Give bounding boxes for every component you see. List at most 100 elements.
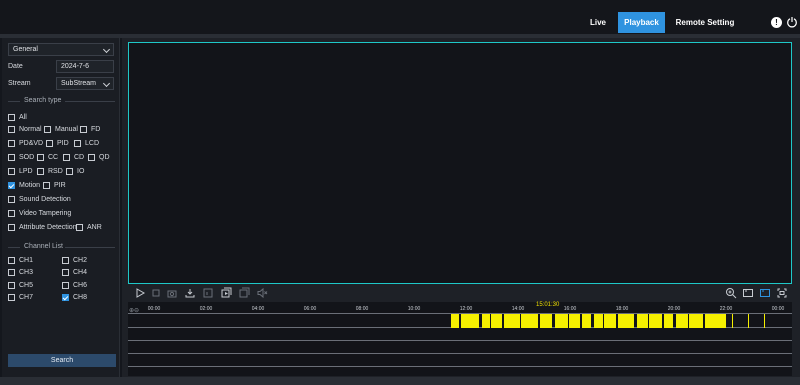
recording-segment — [451, 314, 479, 328]
checkbox-pid[interactable]: PID — [46, 140, 69, 147]
checkbox-box[interactable] — [43, 182, 50, 189]
hour-label: 00:00 — [771, 306, 785, 312]
checkbox-box[interactable] — [44, 126, 51, 133]
tab-playback[interactable]: Playback — [618, 12, 665, 33]
checkbox-box[interactable] — [8, 114, 15, 121]
timeline-track[interactable] — [128, 340, 792, 341]
checkbox-qd[interactable]: QD — [88, 154, 110, 161]
checkbox-cd[interactable]: CD — [63, 154, 84, 161]
checkbox-video-tampering[interactable]: Video Tampering — [8, 210, 71, 217]
mute-icon[interactable] — [256, 287, 268, 299]
checkbox-sod[interactable]: SOD — [8, 154, 34, 161]
checkbox-manual[interactable]: Manual — [44, 126, 78, 133]
checkbox-label: FD — [91, 126, 101, 133]
checkbox-box[interactable] — [8, 126, 15, 133]
checkbox-box[interactable] — [8, 154, 15, 161]
snapshot-icon[interactable] — [166, 287, 178, 299]
checkbox-all[interactable]: All — [8, 114, 27, 121]
mode-select[interactable]: General — [8, 43, 114, 56]
clip-icon[interactable] — [202, 287, 214, 299]
channel-ch4[interactable]: CH4 — [62, 269, 87, 276]
timeline-track[interactable] — [128, 353, 792, 354]
checkbox-box[interactable] — [8, 182, 15, 189]
date-field[interactable]: 2024-7-6 — [56, 60, 114, 73]
checkbox-box[interactable] — [74, 140, 81, 147]
aspect-ratio-icon[interactable] — [742, 287, 754, 299]
checkbox-pdvd[interactable]: PD&VD — [8, 140, 43, 147]
power-icon[interactable] — [786, 16, 798, 28]
checkbox-box[interactable] — [62, 257, 69, 264]
recording-gap — [459, 314, 461, 328]
channel-ch1[interactable]: CH1 — [8, 257, 33, 264]
checkbox-label: CC — [48, 154, 59, 161]
checkbox-box[interactable] — [8, 196, 15, 203]
checkbox-box[interactable] — [8, 269, 15, 276]
channel-ch7[interactable]: CH7 — [8, 294, 33, 301]
stop-icon[interactable] — [150, 287, 162, 299]
timeline-track[interactable] — [128, 366, 792, 367]
checkbox-motion[interactable]: Motion — [8, 182, 40, 189]
checkbox-box[interactable] — [8, 224, 15, 231]
download-icon[interactable] — [184, 287, 196, 299]
checkbox-anr[interactable]: ANR — [76, 224, 102, 231]
channel-ch3[interactable]: CH3 — [8, 269, 33, 276]
checkbox-box[interactable] — [8, 140, 15, 147]
checkbox-box[interactable] — [8, 168, 15, 175]
fit-screen-icon[interactable] — [759, 287, 771, 299]
checkbox-box[interactable] — [76, 224, 83, 231]
multi-play-icon[interactable] — [220, 287, 232, 299]
channel-ch6[interactable]: CH6 — [62, 282, 87, 289]
checkbox-box[interactable] — [8, 210, 15, 217]
recording-bars — [128, 314, 792, 328]
checkbox-box[interactable] — [62, 269, 69, 276]
checkbox-box[interactable] — [62, 294, 69, 301]
checkbox-box[interactable] — [66, 168, 73, 175]
channel-label: CH1 — [19, 257, 34, 264]
video-viewport[interactable] — [128, 42, 792, 284]
checkbox-normal[interactable]: Normal — [8, 126, 42, 133]
channel-label: CH4 — [73, 269, 88, 276]
checkbox-label: Sound Detection — [19, 196, 71, 203]
channel-ch8[interactable]: CH8 — [62, 294, 87, 301]
checkbox-lpd[interactable]: LPD — [8, 168, 33, 175]
channel-label: CH2 — [73, 257, 88, 264]
sync-play-icon[interactable] — [238, 287, 250, 299]
checkbox-io[interactable]: IO — [66, 168, 84, 175]
checkbox-cc[interactable]: CC — [37, 154, 58, 161]
checkbox-label: RSD — [48, 168, 63, 175]
stream-select[interactable]: SubStream — [56, 77, 114, 90]
checkbox-lcd[interactable]: LCD — [74, 140, 99, 147]
info-icon[interactable]: ! — [771, 17, 782, 28]
hour-label: 16:00 — [563, 306, 577, 312]
checkbox-box[interactable] — [80, 126, 87, 133]
checkbox-box[interactable] — [46, 140, 53, 147]
playback-timeline[interactable]: 15:01:30 ⊕⊖ 00:00 02:00 04:00 06:00 08:0… — [128, 302, 792, 376]
checkbox-box[interactable] — [63, 154, 70, 161]
channel-label: CH5 — [19, 282, 34, 289]
checkbox-pir[interactable]: PIR — [43, 182, 66, 189]
channel-label: CH6 — [73, 282, 88, 289]
channel-ch5[interactable]: CH5 — [8, 282, 33, 289]
bottom-bar — [0, 377, 800, 385]
checkbox-sound-detection[interactable]: Sound Detection — [8, 196, 71, 203]
channel-ch2[interactable]: CH2 — [62, 257, 87, 264]
checkbox-fd[interactable]: FD — [80, 126, 100, 133]
checkbox-box[interactable] — [8, 257, 15, 264]
search-button[interactable]: Search — [8, 354, 116, 367]
checkbox-label: PID — [57, 140, 69, 147]
tab-remote-setting[interactable]: Remote Setting — [672, 12, 738, 33]
checkbox-box[interactable] — [37, 168, 44, 175]
checkbox-label: All — [19, 114, 27, 121]
checkbox-attribute-detection[interactable]: Attribute Detection — [8, 224, 77, 231]
tab-live[interactable]: Live — [582, 12, 614, 33]
checkbox-box[interactable] — [88, 154, 95, 161]
fullscreen-icon[interactable] — [776, 287, 788, 299]
checkbox-box[interactable] — [8, 294, 15, 301]
checkbox-rsd[interactable]: RSD — [37, 168, 63, 175]
checkbox-box[interactable] — [8, 282, 15, 289]
checkbox-box[interactable] — [62, 282, 69, 289]
play-icon[interactable] — [134, 287, 146, 299]
recording-gap — [662, 314, 664, 328]
checkbox-box[interactable] — [37, 154, 44, 161]
zoom-in-icon[interactable] — [725, 287, 737, 299]
